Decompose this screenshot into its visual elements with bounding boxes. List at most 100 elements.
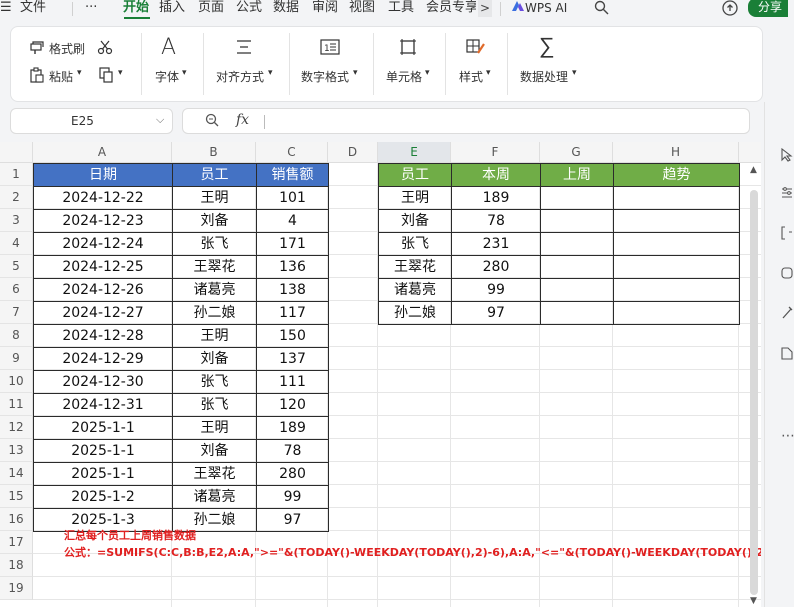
filter-icon[interactable] (781, 186, 793, 204)
cell-date[interactable]: 2024-12-28 (33, 324, 173, 348)
file-icon[interactable] (781, 346, 793, 364)
menu-member[interactable]: 会员专享 (426, 0, 476, 16)
cell-last-week[interactable] (540, 209, 614, 233)
cell-employee[interactable]: 王明 (172, 324, 257, 348)
cell-sales[interactable]: 138 (256, 278, 329, 302)
menu-view[interactable]: 视图 (349, 0, 375, 16)
cell-sales[interactable]: 189 (256, 416, 329, 440)
column-header-d[interactable]: D (328, 142, 378, 163)
cell-date[interactable]: 2025-1-1 (33, 416, 173, 440)
paste-button[interactable]: 粘贴 (49, 68, 73, 85)
cell-employee[interactable]: 王翠花 (378, 255, 452, 279)
row-header[interactable]: 16 (0, 508, 33, 531)
cell-employee[interactable]: 孙二娘 (172, 301, 257, 325)
cell-date[interactable]: 2024-12-24 (33, 232, 173, 256)
row-header[interactable]: 7 (0, 301, 33, 324)
align-button[interactable]: 对齐方式 (216, 68, 264, 85)
cell-sales[interactable]: 150 (256, 324, 329, 348)
number-format-button[interactable]: 数字格式 (301, 68, 349, 85)
vertical-scrollbar[interactable] (750, 190, 758, 595)
tool-icon[interactable] (781, 306, 793, 324)
menu-more[interactable]: ··· (85, 0, 97, 16)
cell-last-week[interactable] (540, 255, 614, 279)
row-header[interactable]: 12 (0, 416, 33, 439)
cell-employee[interactable]: 刘备 (172, 209, 257, 233)
header-cell-date[interactable]: 日期 (33, 163, 173, 187)
row-header[interactable]: 15 (0, 485, 33, 508)
cell-date[interactable]: 2024-12-29 (33, 347, 173, 371)
scissors-icon[interactable] (97, 39, 113, 59)
row-header[interactable]: 1 (0, 163, 33, 186)
cell-employee[interactable]: 诸葛亮 (172, 485, 257, 509)
copy-icon[interactable] (98, 67, 114, 87)
row-header[interactable]: 18 (0, 554, 33, 577)
cell-employee[interactable]: 诸葛亮 (378, 278, 452, 302)
chevron-down-icon[interactable]: ▾ (77, 68, 82, 78)
cell-date[interactable]: 2024-12-23 (33, 209, 173, 233)
header-cell-this-week[interactable]: 本周 (451, 163, 541, 187)
menu-file[interactable]: 文件 (20, 0, 46, 16)
fx-icon[interactable]: fx (236, 112, 249, 128)
cell-sales[interactable]: 136 (256, 255, 329, 279)
column-header-f[interactable]: F (451, 142, 540, 163)
search-icon[interactable] (594, 0, 609, 20)
cell-trend[interactable] (613, 278, 740, 302)
cell-sales[interactable]: 97 (256, 508, 329, 532)
cell-sales[interactable]: 117 (256, 301, 329, 325)
cell-last-week[interactable] (540, 301, 614, 325)
select-all-corner[interactable] (0, 142, 33, 163)
zoom-icon[interactable] (205, 113, 219, 131)
column-header-a[interactable]: A (33, 142, 172, 163)
row-header[interactable]: 9 (0, 347, 33, 370)
cell-employee[interactable]: 王翠花 (172, 255, 257, 279)
chevron-down-icon[interactable]: ⌵ (156, 113, 164, 127)
cell-date[interactable]: 2025-1-1 (33, 462, 173, 486)
scroll-down-icon[interactable]: ▼ (750, 596, 757, 606)
menu-data[interactable]: 数据 (273, 0, 299, 16)
column-header-c[interactable]: C (256, 142, 328, 163)
row-header[interactable]: 13 (0, 439, 33, 462)
column-header-h[interactable]: H (613, 142, 739, 163)
cell-this-week[interactable]: 189 (451, 186, 541, 210)
cell-sales[interactable]: 99 (256, 485, 329, 509)
cursor-icon[interactable] (781, 147, 793, 166)
cell-date[interactable]: 2024-12-25 (33, 255, 173, 279)
cell-employee[interactable]: 张飞 (378, 232, 452, 256)
menu-formula[interactable]: 公式 (236, 0, 262, 16)
chevron-right-icon[interactable]: > (478, 0, 492, 17)
cell-sales[interactable]: 101 (256, 186, 329, 210)
row-header[interactable]: 3 (0, 209, 33, 232)
cell-trend[interactable] (613, 301, 740, 325)
row-header[interactable]: 5 (0, 255, 33, 278)
header-cell-trend[interactable]: 趋势 (613, 163, 740, 187)
scroll-up-icon[interactable]: ▲ (750, 165, 757, 175)
header-cell-last-week[interactable]: 上周 (540, 163, 614, 187)
cell-last-week[interactable] (540, 278, 614, 302)
row-header[interactable]: 14 (0, 462, 33, 485)
data-processing-button[interactable]: 数据处理 (520, 68, 568, 85)
cell-sales[interactable]: 4 (256, 209, 329, 233)
menu-tools[interactable]: 工具 (388, 0, 414, 16)
menu-home[interactable]: 开始 (123, 0, 149, 16)
apps-icon[interactable] (781, 266, 793, 284)
share-button[interactable]: 分享 (748, 0, 789, 17)
column-header-e[interactable]: E (378, 142, 451, 163)
cell-sales[interactable]: 120 (256, 393, 329, 417)
cell-this-week[interactable]: 97 (451, 301, 541, 325)
column-header-b[interactable]: B (172, 142, 256, 163)
header-cell-employee[interactable]: 员工 (172, 163, 257, 187)
cell-date[interactable]: 2024-12-22 (33, 186, 173, 210)
cells-button[interactable]: 单元格 (386, 68, 422, 85)
cell-employee[interactable]: 张飞 (172, 370, 257, 394)
row-header[interactable]: 10 (0, 370, 33, 393)
cell-employee[interactable]: 王明 (172, 416, 257, 440)
menu-page[interactable]: 页面 (198, 0, 224, 16)
cell-last-week[interactable] (540, 232, 614, 256)
menu-insert[interactable]: 插入 (159, 0, 185, 16)
name-box[interactable]: E25 ⌵ (10, 108, 173, 134)
row-header[interactable]: 11 (0, 393, 33, 416)
cell-sales[interactable]: 280 (256, 462, 329, 486)
header-cell-employee[interactable]: 员工 (378, 163, 452, 187)
wps-ai-button[interactable]: WPS AI (511, 0, 567, 16)
cell-trend[interactable] (613, 255, 740, 279)
